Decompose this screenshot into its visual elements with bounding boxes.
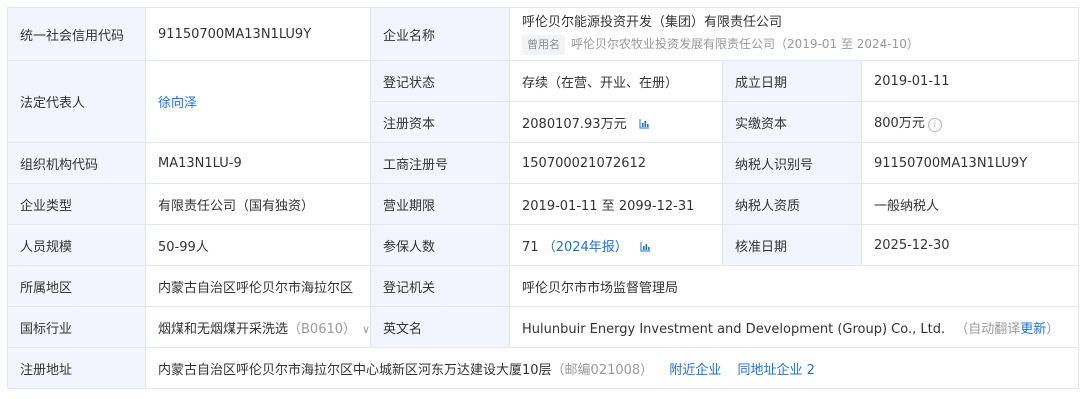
company-name-cell: 呼伦贝尔能源投资开发（集团）有限责任公司 曾用名 呼伦贝尔农牧业投资发展有限责任公… (509, 7, 1079, 61)
paid-capital-label: 实缴资本 (722, 101, 862, 143)
same-address-companies-link[interactable]: 同地址企业 2 (737, 363, 814, 378)
reg-address-cell: 内蒙古自治区呼伦贝尔市海拉尔区中心城新区河东万达建设大厦10层（邮编021008… (145, 347, 1079, 389)
insured-value: 71 (522, 239, 539, 255)
english-name-cell: Hulunbuir Energy Investment and Developm… (509, 306, 1079, 348)
info-circle-icon[interactable]: i (927, 118, 942, 132)
reg-authority-label: 登记机关 (370, 265, 510, 307)
region-label: 所属地区 (7, 265, 146, 307)
nearby-companies-link[interactable]: 附近企业 (669, 363, 721, 378)
approval-date-label: 核准日期 (722, 224, 862, 266)
biz-term-label: 营业期限 (370, 183, 510, 225)
row-region: 所属地区 内蒙古自治区呼伦贝尔市海拉尔区 登记机关 呼伦贝尔市市场监督管理局 (7, 265, 1079, 307)
former-name-tag: 曾用名 (522, 34, 565, 55)
org-code-label: 组织机构代码 (7, 142, 146, 184)
company-name-label: 企业名称 (370, 7, 510, 61)
legal-rep-label: 法定代表人 (7, 60, 146, 143)
reg-address-label: 注册地址 (7, 347, 146, 389)
reg-status-value: 存续（在营、开业、在册） (509, 60, 723, 102)
paid-capital-cell: 800万元 i (861, 101, 1079, 143)
english-name-label: 英文名 (370, 306, 510, 348)
company-info-table: 统一社会信用代码 91150700MA13N1LU9Y 企业名称 呼伦贝尔能源投… (7, 7, 1079, 389)
found-date-value: 2019-01-11 (861, 60, 1079, 102)
taxpayer-qual-value: 一般纳税人 (861, 183, 1079, 225)
auto-translate-suffix: ） (1046, 321, 1060, 337)
credit-code-value: 91150700MA13N1LU9Y (145, 7, 371, 61)
row-staff: 人员规模 50-99人 参保人数 71 （2024年报） 核准日期 2025-1… (7, 224, 1079, 266)
row-credit-name: 统一社会信用代码 91150700MA13N1LU9Y 企业名称 呼伦贝尔能源投… (7, 7, 1079, 61)
bar-chart-icon[interactable] (639, 118, 650, 129)
region-value: 内蒙古自治区呼伦贝尔市海拉尔区 (145, 265, 371, 307)
insured-report-link[interactable]: （2024年报） (543, 240, 628, 255)
row-company-type: 企业类型 有限责任公司（国有独资） 营业期限 2019-01-11 至 2099… (7, 183, 1079, 225)
bar-chart-icon[interactable] (640, 241, 651, 252)
insured-cell: 71 （2024年报） (509, 224, 723, 266)
company-name-value: 呼伦贝尔能源投资开发（集团）有限责任公司 (522, 14, 783, 30)
postcode: （邮编021008） (551, 362, 654, 378)
industry-label: 国标行业 (7, 306, 146, 348)
staff-size-label: 人员规模 (7, 224, 146, 266)
reg-capital-cell: 2080107.93万元 (509, 101, 723, 143)
former-name-line: 曾用名 呼伦贝尔农牧业投资发展有限责任公司（2019-01 至 2024-10） (522, 34, 1066, 55)
row-industry: 国标行业 烟煤和无烟煤开采洗选（B0610） ∨ 英文名 Hulunbuir En… (7, 306, 1079, 348)
found-date-label: 成立日期 (722, 60, 862, 102)
paid-capital-value: 800万元 (874, 116, 925, 131)
taxpayer-id-label: 纳税人识别号 (722, 142, 862, 184)
org-code-value: MA13N1LU-9 (145, 142, 371, 184)
biz-reg-no-label: 工商注册号 (370, 142, 510, 184)
taxpayer-id-value: 91150700MA13N1LU9Y (861, 142, 1079, 184)
row-org-code: 组织机构代码 MA13N1LU-9 工商注册号 150700021072612 … (7, 142, 1079, 184)
insured-label: 参保人数 (370, 224, 510, 266)
reg-authority-value: 呼伦贝尔市市场监督管理局 (509, 265, 1079, 307)
update-translation-link[interactable]: 更新 (1020, 322, 1046, 337)
taxpayer-qual-label: 纳税人资质 (722, 183, 862, 225)
company-type-value: 有限责任公司（国有独资） (145, 183, 371, 225)
industry-cell[interactable]: 烟煤和无烟煤开采洗选（B0610） ∨ (145, 306, 371, 348)
reg-capital-value: 2080107.93万元 (522, 116, 627, 132)
staff-size-value: 50-99人 (145, 224, 371, 266)
row-legal-status: 法定代表人 徐向泽 登记状态 存续（在营、开业、在册） 成立日期 2019-01… (7, 60, 1079, 143)
company-type-label: 企业类型 (7, 183, 146, 225)
reg-status-label: 登记状态 (370, 60, 510, 102)
industry-value: 烟煤和无烟煤开采洗选 (158, 321, 289, 337)
biz-term-value: 2019-01-11 至 2099-12-31 (509, 183, 723, 225)
row-address: 注册地址 内蒙古自治区呼伦贝尔市海拉尔区中心城新区河东万达建设大厦10层（邮编0… (7, 347, 1079, 389)
credit-code-label: 统一社会信用代码 (7, 7, 146, 61)
auto-translate-prefix: （自动翻译 (955, 321, 1021, 337)
approval-date-value: 2025-12-30 (861, 224, 1079, 266)
reg-address-value: 内蒙古自治区呼伦贝尔市海拉尔区中心城新区河东万达建设大厦10层 (158, 362, 552, 378)
former-name-value: 呼伦贝尔农牧业投资发展有限责任公司（2019-01 至 2024-10） (571, 36, 919, 51)
chevron-down-icon[interactable]: ∨ (362, 323, 369, 336)
legal-rep-cell: 徐向泽 (145, 60, 371, 143)
legal-rep-link[interactable]: 徐向泽 (158, 96, 197, 111)
biz-reg-no-value: 150700021072612 (509, 142, 723, 184)
reg-capital-label: 注册资本 (370, 101, 510, 143)
industry-code: （B0610） (288, 321, 357, 337)
english-name-value: Hulunbuir Energy Investment and Developm… (522, 321, 946, 337)
